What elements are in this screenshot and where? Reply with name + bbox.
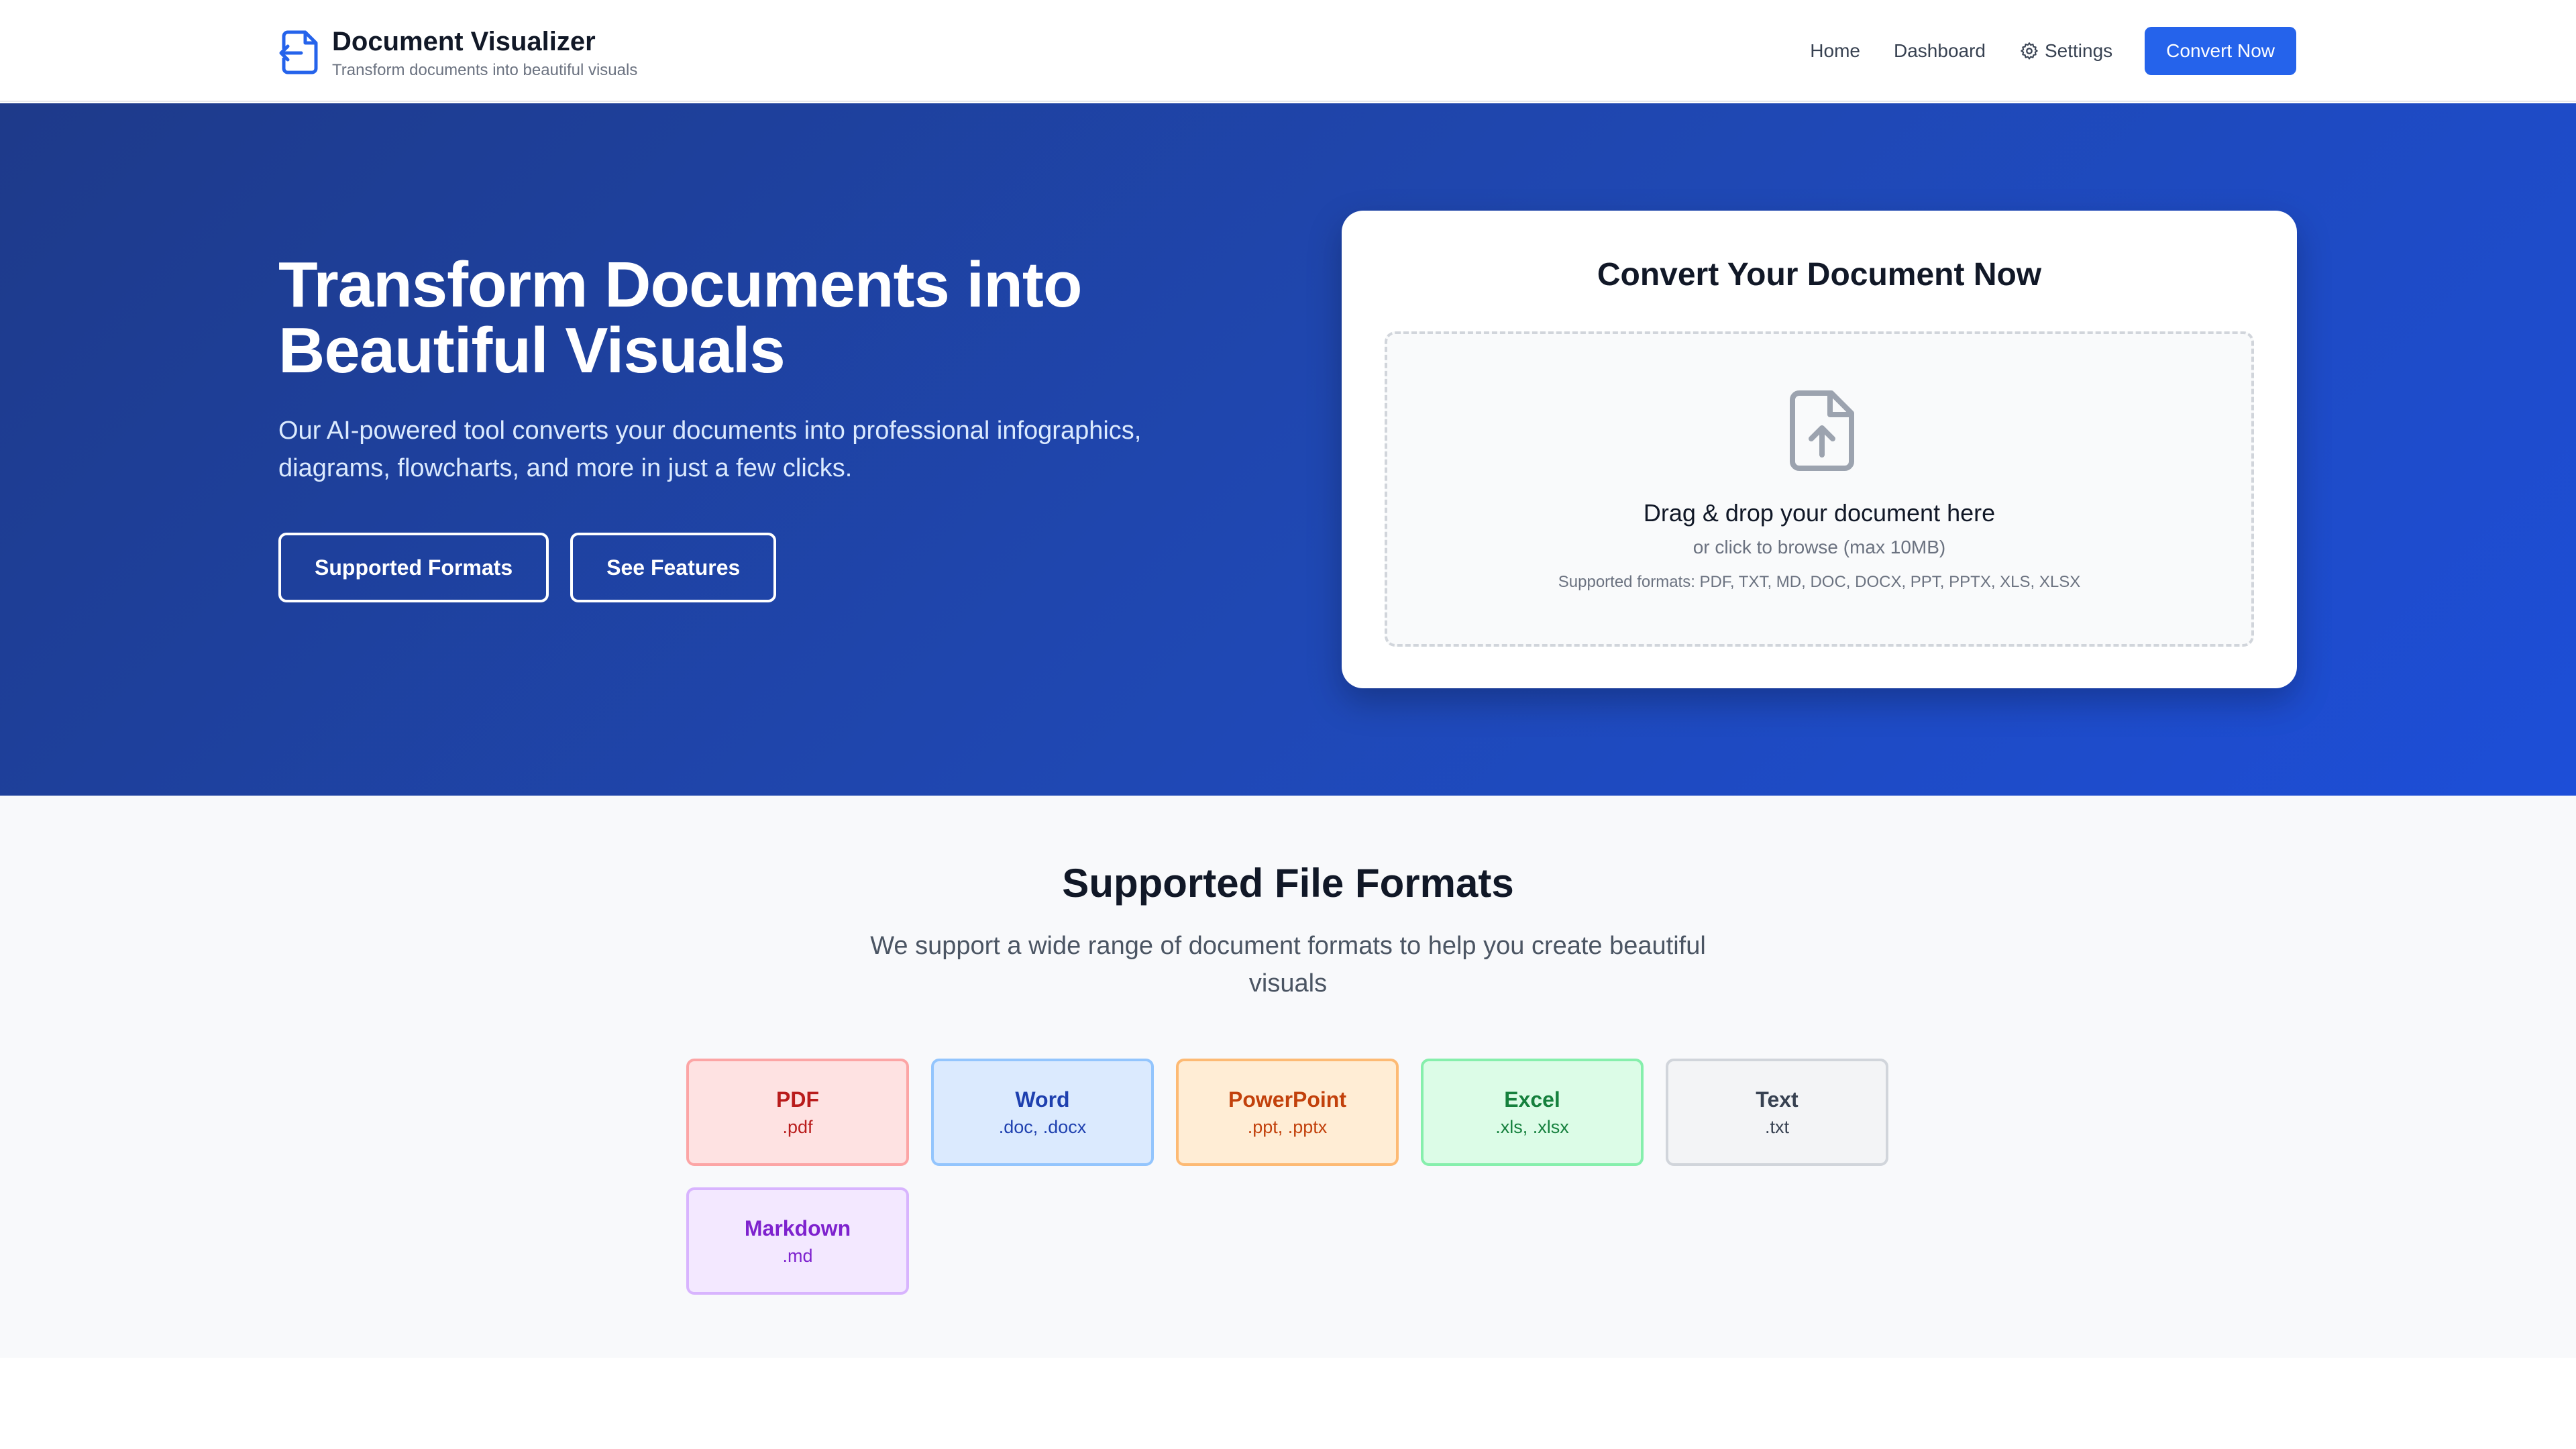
nav-dashboard-link[interactable]: Dashboard xyxy=(1894,40,1986,62)
nav-home-link[interactable]: Home xyxy=(1810,40,1860,62)
file-dropzone[interactable]: Drag & drop your document here or click … xyxy=(1385,331,2254,647)
format-extension: .txt xyxy=(1764,1117,1789,1137)
nav-settings-link[interactable]: Settings xyxy=(2019,40,2112,62)
convert-now-button[interactable]: Convert Now xyxy=(2145,27,2296,75)
format-card-pdf[interactable]: PDF .pdf xyxy=(686,1059,909,1166)
format-card-powerpoint[interactable]: PowerPoint .ppt, .pptx xyxy=(1176,1059,1399,1166)
file-export-icon xyxy=(279,30,318,74)
top-navbar: Document Visualizer Transform documents … xyxy=(0,0,2576,102)
hero-title: Transform Documents into Beautiful Visua… xyxy=(278,249,1082,386)
format-name: Excel xyxy=(1504,1087,1560,1112)
format-card-word[interactable]: Word .doc, .docx xyxy=(931,1059,1154,1166)
format-name: Word xyxy=(1015,1087,1070,1112)
format-name: Markdown xyxy=(744,1216,851,1240)
format-extension: .xls, .xlsx xyxy=(1495,1117,1569,1137)
hero-description: Our AI-powered tool converts your docume… xyxy=(278,417,1142,482)
formats-description: We support a wide range of document form… xyxy=(870,932,1706,998)
format-name: PowerPoint xyxy=(1228,1087,1346,1112)
dropzone-main-text: Drag & drop your document here xyxy=(1643,499,1996,527)
format-name: Text xyxy=(1756,1087,1799,1112)
format-card-text[interactable]: Text .txt xyxy=(1666,1059,1888,1166)
supported-formats-button[interactable]: Supported Formats xyxy=(278,533,549,602)
format-extension: .ppt, .pptx xyxy=(1247,1117,1328,1137)
hero-actions: Supported Formats See Features xyxy=(278,533,798,602)
hero-section: Transform Documents into Beautiful Visua… xyxy=(0,103,2576,796)
main-nav: Home Dashboard Settings Convert Now xyxy=(1810,27,2296,75)
upload-card: Convert Your Document Now Drag & drop yo… xyxy=(1342,211,2297,688)
format-card-markdown[interactable]: Markdown .md xyxy=(686,1187,909,1295)
dropzone-browse-text: or click to browse (max 10MB) xyxy=(1693,537,1946,557)
see-features-button[interactable]: See Features xyxy=(570,533,777,602)
format-extension: .md xyxy=(782,1246,813,1266)
format-extension: .pdf xyxy=(782,1117,813,1137)
upload-card-title: Convert Your Document Now xyxy=(1597,257,2042,292)
nav-settings-label: Settings xyxy=(2044,40,2113,61)
app-subtitle: Transform documents into beautiful visua… xyxy=(332,61,638,79)
file-upload-icon xyxy=(1790,390,1854,471)
formats-section: Supported File Formats We support a wide… xyxy=(0,796,2576,1358)
gear-icon xyxy=(2021,42,2038,60)
dropzone-formats-text: Supported formats: PDF, TXT, MD, DOC, DO… xyxy=(1558,573,2081,591)
format-card-excel[interactable]: Excel .xls, .xlsx xyxy=(1421,1059,1644,1166)
app-title: Document Visualizer xyxy=(332,27,596,56)
format-name: PDF xyxy=(776,1087,819,1112)
brand[interactable]: Document Visualizer Transform documents … xyxy=(278,25,637,82)
formats-title: Supported File Formats xyxy=(1062,861,1514,906)
format-extension: .doc, .docx xyxy=(998,1117,1087,1137)
